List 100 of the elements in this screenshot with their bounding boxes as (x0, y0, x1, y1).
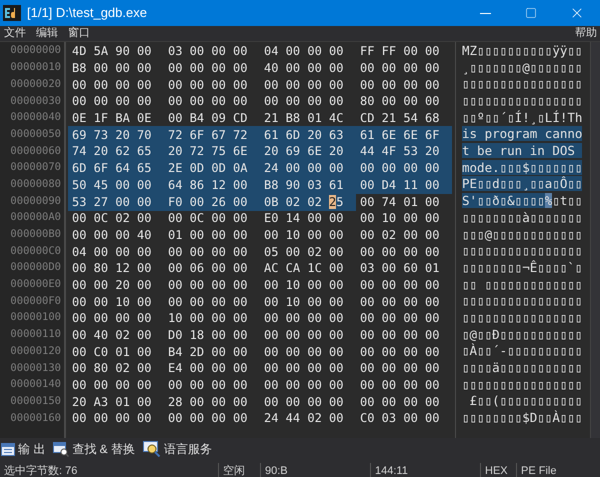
hex-bytes: 20 A3 01 00 (71, 394, 152, 411)
hex-bytes: 00 00 10 00 (71, 294, 152, 311)
hex-bytes: CD 21 54 68 (359, 110, 440, 128)
window-icon (1, 442, 15, 456)
ascii-text: ▯▯º▯▯´▯Í!¸▯LÍ!Th (462, 108, 582, 127)
hex-bytes: 00 00 00 00 (167, 60, 248, 78)
hex-bytes: F0 00 26 00 (164, 192, 260, 211)
hex-bytes: 00 00 00 00 (356, 159, 452, 178)
hex-bytes: 72 6F 67 72 (164, 126, 260, 144)
hex-bytes: 80 00 00 00 (359, 93, 440, 110)
hex-bytes: 53 27 00 00 (68, 192, 164, 211)
hex-bytes: 00 80 02 00 (71, 360, 152, 378)
hex-bytes: 00 00 00 00 (359, 327, 440, 344)
offset-label: 000000B0 (10, 227, 61, 242)
offset-label: 00000140 (10, 377, 61, 392)
scrollbar[interactable] (590, 42, 600, 438)
tool-button[interactable]: 输 出 (0, 440, 46, 458)
hex-bytes: 01 00 00 00 (167, 226, 248, 244)
hex-bytes: 00 00 00 00 (167, 244, 248, 261)
menu-item[interactable]: 窗口 (68, 25, 90, 42)
menu-item[interactable]: 帮助 (575, 25, 597, 42)
hex-bytes: 61 6E 6E 6F (356, 126, 452, 144)
hex-bytes: 00 02 00 00 (359, 226, 440, 244)
hex-bytes: 40 00 00 00 (263, 60, 344, 78)
tool-button[interactable]: 查找 & 替换 (52, 440, 136, 458)
hex-bytes: 00 00 00 00 (359, 294, 440, 311)
hex-bytes: 00 10 00 00 (263, 276, 344, 294)
ascii-text: £▯▯(▯▯▯▯▯▯▯▯▯▯▯ (468, 392, 582, 410)
hex-bytes: 03 00 60 01 (359, 260, 440, 278)
hex-bytes: 74 20 62 65 (68, 142, 164, 160)
ascii-text: ▯▯▯▯▯▯▯▯▯▯▯▯▯▯▯▯ (462, 308, 582, 327)
offset-label: 000000E0 (10, 277, 61, 292)
hex-bytes: 00 00 20 00 (71, 276, 152, 294)
find-icon (53, 442, 70, 456)
offset-label: 000000A0 (10, 210, 61, 226)
hex-bytes: 24 44 02 00 (263, 410, 344, 428)
hex-bytes: 00 00 00 00 (263, 310, 344, 328)
hex-bytes: 00 00 00 00 (263, 76, 344, 94)
hex-bytes: 00 10 00 00 (263, 294, 344, 311)
menu-item[interactable]: 文件 (4, 25, 26, 42)
ascii-text: ▯▯▯▯▯▯▯▯▯▯▯▯▯▯▯▯ (462, 376, 582, 394)
hex-bytes: 00 00 00 00 (263, 360, 344, 378)
hex-bytes: 00 40 02 00 (71, 327, 152, 344)
hex-bytes: 00 00 00 00 (359, 76, 440, 94)
offset-label: 00000080 (10, 176, 61, 192)
hex-bytes: 00 00 00 00 (71, 377, 152, 394)
ascii-text: S'▯▯ð▯&▯▯▯▯%▯t▯▯ (462, 192, 582, 210)
offset-label: 00000070 (10, 160, 61, 176)
minimize-icon (480, 12, 490, 14)
hex-bytes: E4 00 00 00 (167, 360, 248, 378)
ascii-text: ▯▯▯▯▯▯▯▯à▯▯▯▯▯▯▯ (462, 208, 582, 227)
offset-label: 00000060 (10, 144, 61, 159)
hex-bytes: 64 86 12 00 (164, 176, 260, 194)
ascii-text: ▯▯▯▯▯▯▯▯▯▯▯▯▯▯▯▯ (462, 292, 582, 310)
offset-label: 00000130 (10, 360, 61, 376)
hex-bytes: 00 06 00 00 (167, 260, 248, 278)
ascii-text: ▯À▯▯´-▯▯▯▯▯▯▯▯▯▯ (462, 342, 582, 360)
ascii-text: ▯▯▯▯▯▯▯▯¬Ê▯▯▯▯`▯ (462, 258, 582, 277)
hex-bytes: 00 00 00 00 (167, 93, 248, 110)
hex-bytes: 00 00 00 00 (71, 410, 152, 428)
menu-item[interactable]: 编辑 (36, 25, 58, 42)
hex-bytes: E0 14 00 00 (263, 210, 344, 228)
tool-button[interactable]: 语言服务 (142, 440, 214, 458)
hex-bytes: 00 00 00 00 (263, 394, 344, 411)
hex-bytes: B4 2D 00 00 (167, 344, 248, 361)
hex-bytes: 00 10 00 00 (359, 210, 440, 228)
hex-bytes: 00 D4 11 00 (356, 176, 452, 194)
offset-label: 00000100 (10, 310, 61, 326)
hex-bytes: 00 00 00 00 (359, 344, 440, 361)
ascii-text: ▯▯ ▯▯▯▯▯▯▯▯▯▯▯▯▯ (462, 276, 582, 294)
hex-bytes: 00 0C 02 00 (71, 210, 152, 228)
hex-bytes: 00 00 00 00 (167, 410, 248, 428)
ascii-text: ▯▯▯▯▯▯▯▯▯▯▯▯▯▯▯▯ (462, 75, 582, 94)
hex-bytes: 00 00 00 00 (359, 310, 440, 328)
hex-bytes: 00 00 00 00 (71, 93, 152, 110)
hex-bytes: 00 00 00 00 (263, 327, 344, 344)
hex-bytes: 00 00 00 00 (167, 377, 248, 394)
hex-bytes: 00 00 00 00 (359, 244, 440, 261)
hex-bytes: AC CA 1C 00 (263, 260, 344, 278)
ascii-text: is program canno (462, 125, 582, 144)
window-title: [1/1] D:\test_gdb.exe (27, 4, 147, 22)
hex-bytes: 00 00 00 00 (359, 394, 440, 411)
offset-label: 00000020 (10, 76, 61, 92)
offset-label: 00000010 (10, 60, 61, 76)
app-logo-icon (3, 5, 21, 21)
hex-bytes: 50 45 00 00 (68, 176, 164, 194)
ascii-text: MZ▯▯▯▯▯▯▯▯▯▯ÿÿ▯▯ (462, 42, 582, 60)
ascii-text: ▯@▯▯Ð▯▯▯▯▯▯▯▯▯▯▯ (462, 326, 582, 343)
hex-bytes: 00 00 00 00 (359, 360, 440, 378)
ascii-text: ¸▯▯▯▯▯▯▯@▯▯▯▯▯▯▯ (462, 58, 582, 77)
hex-bytes: 44 4F 53 20 (356, 142, 452, 160)
offset-label: 000000D0 (10, 260, 61, 276)
status-text: 90:B (260, 463, 370, 477)
hex-bytes: 0B 02 02 25 (260, 192, 356, 211)
ascii-text: PE▯▯d▯▯▯¸▯▯a▯Ô▯▯ (462, 175, 582, 194)
ascii-text: ▯▯▯▯ä▯▯▯▯▯▯▯▯▯▯▯ (462, 359, 582, 378)
offset-label: 00000150 (10, 394, 61, 409)
hex-bytes: 2E 0D 0D 0A (164, 159, 260, 178)
hex-bytes: 00 00 00 00 (359, 377, 440, 394)
offset-label: 00000030 (10, 94, 61, 109)
